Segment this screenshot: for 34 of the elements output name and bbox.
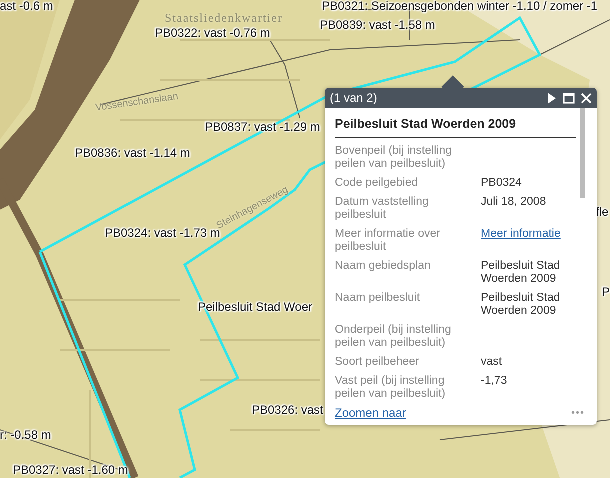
field-label: Naam gebiedsplan	[335, 260, 432, 274]
map-label: PB0836: vast -1.14 m	[75, 146, 190, 160]
field-value: vast	[481, 356, 504, 369]
map-label: ast -0.6 m	[0, 0, 54, 13]
field-value: Peilbesluit Stad Woerden 2009	[481, 260, 562, 286]
field-label: Onderpeil (bij instelling peilen van peilbesluit)	[335, 324, 452, 350]
scrollbar-thumb[interactable]	[580, 108, 585, 198]
pager-text: (1 van 2)	[330, 91, 378, 105]
map-label: PB0321: Seizoensgebonden winter -1.10 / zomer -1	[322, 0, 598, 13]
map-label: PB0326: vast	[252, 403, 324, 417]
field-label: Naam peilbesluit	[335, 292, 422, 306]
map-label: P	[602, 285, 610, 299]
close-icon[interactable]	[581, 92, 592, 104]
maximize-icon[interactable]	[563, 92, 575, 104]
field-label: Datum vaststelling peilbesluit	[335, 196, 430, 222]
popup-title: Peilbesluit Stad Woerden 2009	[335, 108, 576, 138]
field-label: Soort peilbeheer	[335, 356, 420, 369]
info-link[interactable]: Meer informatie	[481, 228, 561, 254]
field-value: -1,73	[481, 375, 508, 389]
field-value: PB0324	[481, 177, 523, 190]
field-value: Peilbesluit Stad Woerden 2009	[481, 292, 562, 318]
field-label: Vast peil (bij instelling peilen van peilbesluit)	[335, 375, 447, 401]
map-label: fle	[596, 205, 609, 219]
field-value: Juli 18, 2008	[481, 196, 548, 210]
street-label: Vossenschanslaan	[95, 91, 180, 114]
map-label: PB0322: vast -0.76 m	[155, 26, 270, 40]
field-label: Code peilgebied	[335, 177, 420, 190]
zoom-to-link[interactable]: Zoomen naar	[335, 406, 406, 420]
map-label: r: -0.58 m	[0, 428, 52, 442]
map-label: PB0324: vast -1.73 m	[105, 226, 220, 240]
field-label: Bovenpeil (bij instelling peilen van peilbesluit)	[335, 145, 453, 171]
next-icon[interactable]	[547, 92, 557, 104]
field-label: Meer informatie over peilbesluit	[335, 228, 442, 254]
district-label: Staatsliedenkwartier	[165, 11, 283, 26]
